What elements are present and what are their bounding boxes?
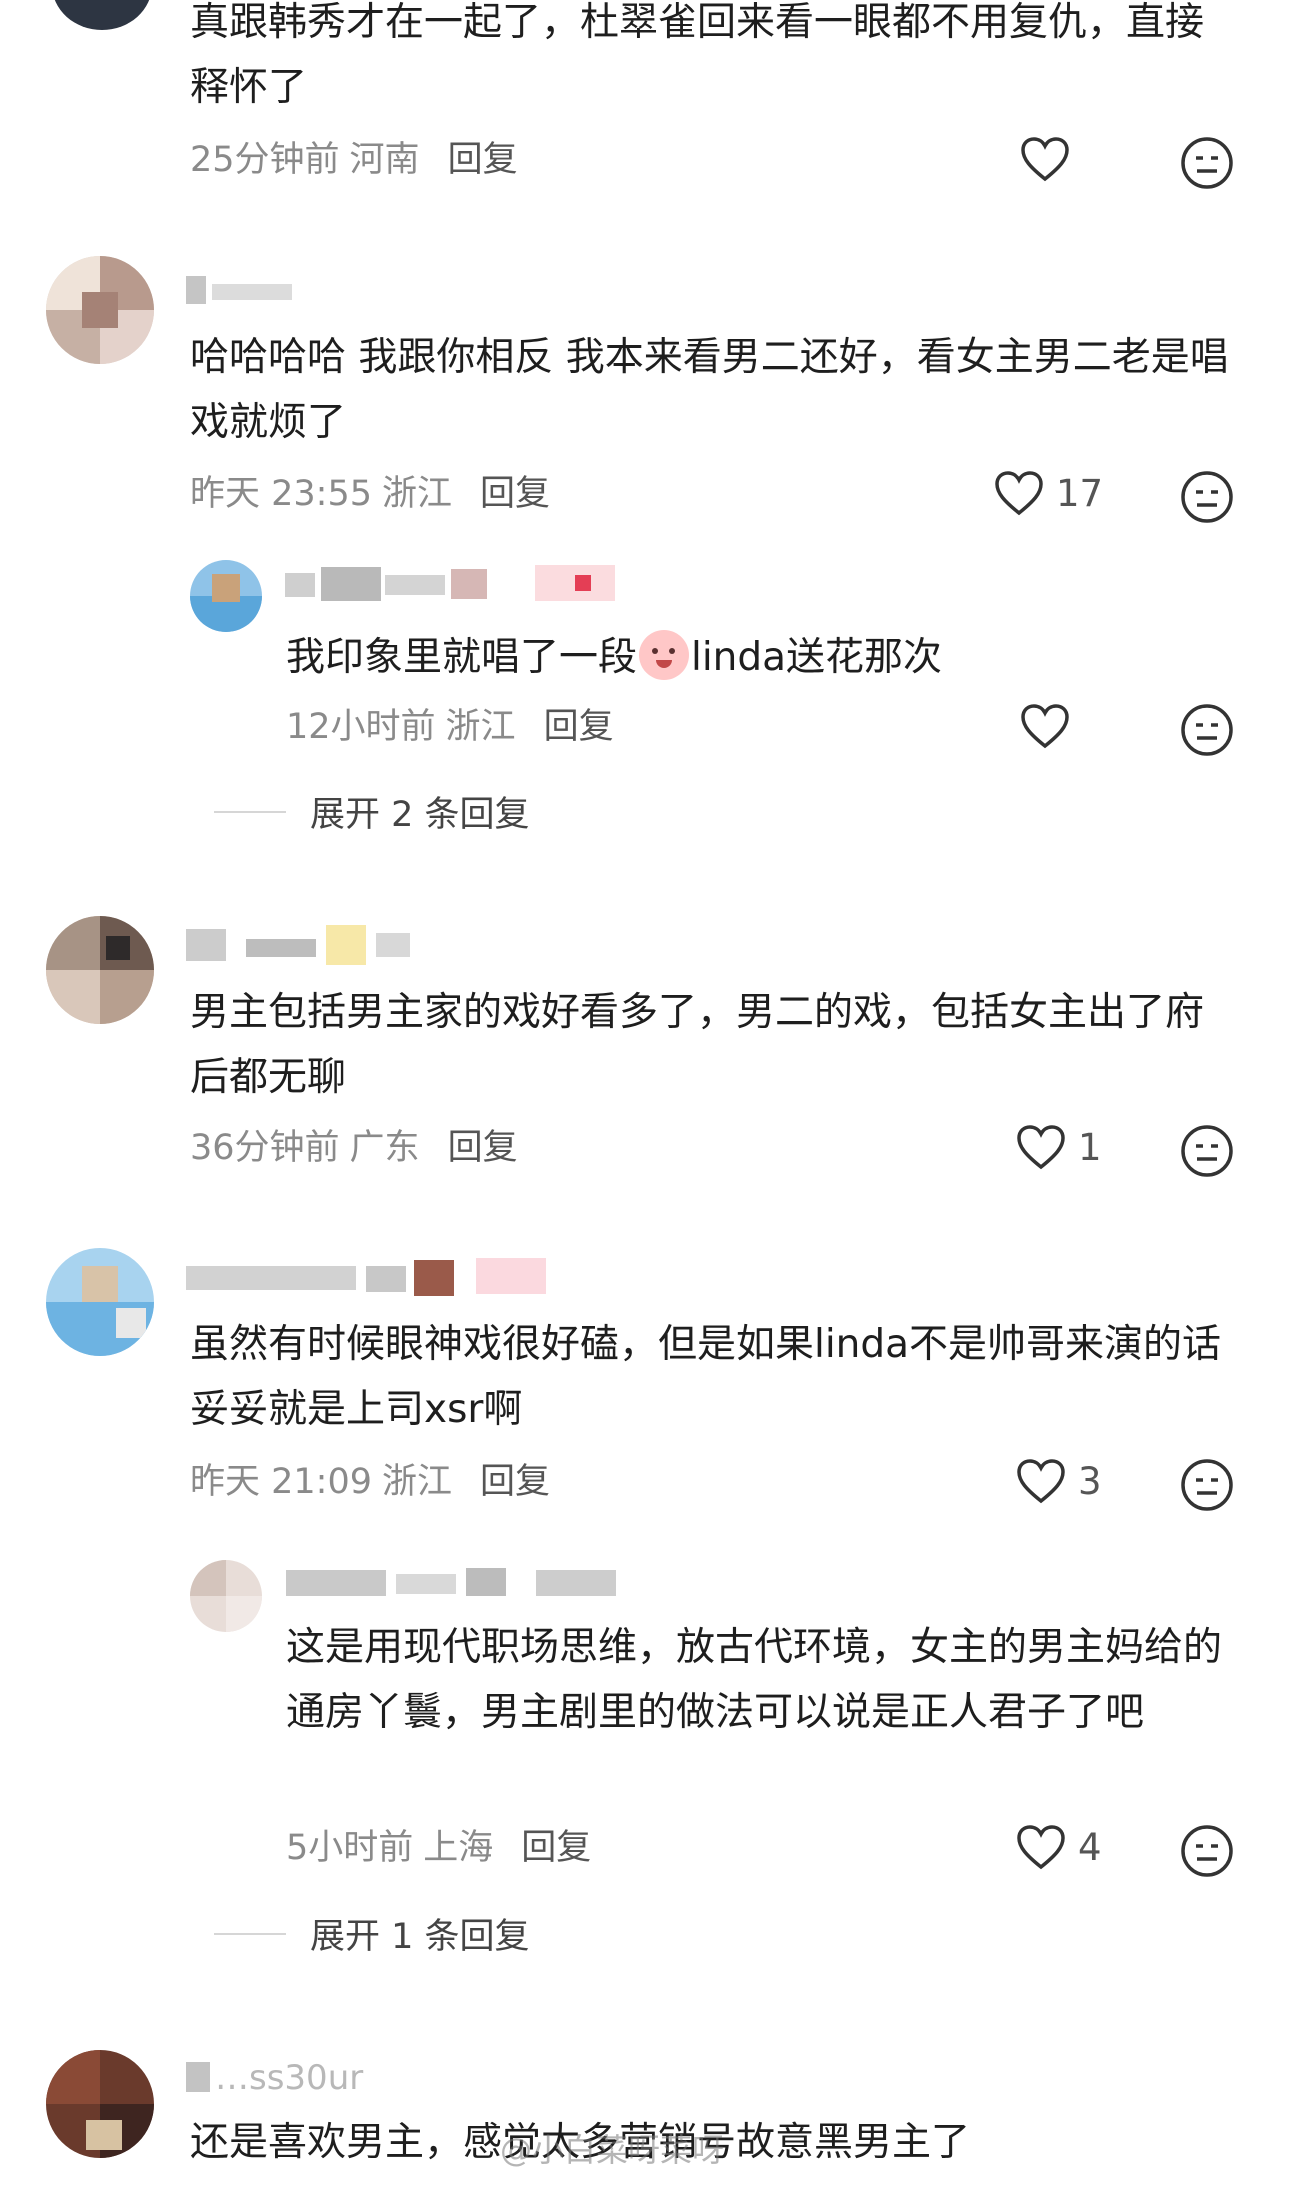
avatar[interactable] bbox=[46, 256, 154, 364]
neutral-face-icon[interactable] bbox=[1180, 136, 1234, 190]
comment-meta: 昨天 21:09 浙江 回复 bbox=[190, 1460, 550, 1504]
heart-outline-icon bbox=[995, 471, 1043, 516]
neutral-face-icon[interactable] bbox=[1180, 1458, 1234, 1512]
comment-text: 真跟韩秀才在一起了，杜翠雀回来看一眼都不用复仇，直接释怀了 bbox=[190, 0, 1205, 110]
like-button[interactable]: 3 bbox=[1016, 1458, 1102, 1504]
reply-location: 上海 bbox=[423, 1828, 494, 1868]
reply-button[interactable]: 回复 bbox=[448, 140, 518, 180]
comment-meta: 36分钟前 广东 回复 bbox=[190, 1126, 518, 1170]
like-button[interactable]: 1 bbox=[1016, 1124, 1102, 1170]
crying-emoji-icon bbox=[639, 630, 690, 680]
comment-text: 虽然有时候眼神戏很好磕，但是如果linda不是帅哥来演的话妥妥就是上司xsr啊 bbox=[190, 1322, 1222, 1432]
comment-location: 浙江 bbox=[382, 474, 453, 514]
reply-text-part: linda送花那次 bbox=[691, 635, 943, 680]
reply-avatar[interactable] bbox=[190, 560, 262, 632]
heart-outline-icon bbox=[1017, 1125, 1065, 1170]
expand-replies-label: 展开 1 条回复 bbox=[310, 1917, 530, 1957]
avatar[interactable] bbox=[46, 2050, 154, 2158]
neutral-face-icon[interactable] bbox=[1180, 703, 1234, 757]
like-button[interactable] bbox=[1020, 703, 1070, 749]
neutral-face-icon[interactable] bbox=[1180, 1124, 1234, 1178]
heart-outline-icon bbox=[1021, 137, 1069, 182]
reply-button[interactable]: 回复 bbox=[544, 707, 614, 747]
expand-replies-button[interactable]: 展开 2 条回复 bbox=[214, 786, 530, 837]
reply-time: 12小时前 bbox=[286, 707, 436, 747]
reply-text-part: 我印象里就唱了一段 bbox=[286, 635, 638, 680]
like-count: 3 bbox=[1078, 1459, 1102, 1503]
username[interactable] bbox=[186, 925, 416, 965]
neutral-face-icon[interactable] bbox=[1180, 1824, 1234, 1878]
comment-time: 36分钟前 bbox=[190, 1128, 340, 1168]
watermark: @小白菜呀菜呀 bbox=[500, 2131, 725, 2169]
comment-time: 昨天 23:55 bbox=[190, 474, 372, 514]
comment-location: 河南 bbox=[349, 140, 420, 180]
reply-text: 我印象里就唱了一段 linda送花那次 bbox=[286, 625, 1236, 690]
avatar[interactable] bbox=[52, 0, 152, 30]
reply-location: 浙江 bbox=[445, 707, 516, 747]
like-count: 4 bbox=[1078, 1825, 1102, 1869]
comment-time: 25分钟前 bbox=[190, 140, 340, 180]
reply-time: 5小时前 bbox=[286, 1828, 414, 1868]
reply-button[interactable]: 回复 bbox=[480, 1462, 550, 1502]
divider bbox=[214, 1932, 286, 1935]
divider bbox=[214, 810, 286, 813]
username[interactable] bbox=[186, 270, 326, 310]
neutral-face-icon[interactable] bbox=[1180, 470, 1234, 524]
comment-meta: 25分钟前 河南 回复 bbox=[190, 138, 518, 182]
comment-time: 昨天 21:09 bbox=[190, 1462, 372, 1502]
comment-location: 广东 bbox=[349, 1128, 420, 1168]
like-count: 1 bbox=[1078, 1125, 1102, 1169]
avatar[interactable] bbox=[46, 1248, 154, 1356]
like-button[interactable]: 4 bbox=[1016, 1824, 1102, 1870]
reply-meta: 12小时前 浙江 回复 bbox=[286, 705, 614, 749]
username-text: …ss30ur bbox=[215, 2058, 364, 2098]
comment-meta: 昨天 23:55 浙江 回复 bbox=[190, 472, 550, 516]
comment-text: 男主包括男主家的戏好看多了，男二的戏，包括女主出了府后都无聊 bbox=[190, 990, 1205, 1100]
reply-username[interactable] bbox=[285, 565, 615, 605]
avatar[interactable] bbox=[46, 916, 154, 1024]
reply-username[interactable] bbox=[286, 1564, 626, 1604]
reply-button[interactable]: 回复 bbox=[480, 474, 550, 514]
like-button[interactable] bbox=[1020, 136, 1070, 182]
like-count: 17 bbox=[1056, 471, 1104, 515]
username[interactable] bbox=[186, 1258, 546, 1298]
comment-location: 浙江 bbox=[382, 1462, 453, 1502]
reply-button[interactable]: 回复 bbox=[448, 1128, 518, 1168]
reply-text: 这是用现代职场思维，放古代环境，女主的男主妈给的通房丫鬟，男主剧里的做法可以说是… bbox=[286, 1625, 1223, 1735]
reply-avatar[interactable] bbox=[190, 1560, 262, 1632]
heart-outline-icon bbox=[1021, 704, 1069, 749]
expand-replies-label: 展开 2 条回复 bbox=[310, 795, 530, 835]
comment-text: 哈哈哈哈 我跟你相反 我本来看男二还好，看女主男二老是唱戏就烦了 bbox=[190, 335, 1229, 445]
heart-outline-icon bbox=[1017, 1459, 1065, 1504]
heart-outline-icon bbox=[1017, 1825, 1065, 1870]
reply-meta: 5小时前 上海 回复 bbox=[286, 1826, 591, 1870]
expand-replies-button[interactable]: 展开 1 条回复 bbox=[214, 1908, 530, 1959]
like-button[interactable]: 17 bbox=[994, 470, 1103, 516]
reply-button[interactable]: 回复 bbox=[521, 1828, 591, 1868]
